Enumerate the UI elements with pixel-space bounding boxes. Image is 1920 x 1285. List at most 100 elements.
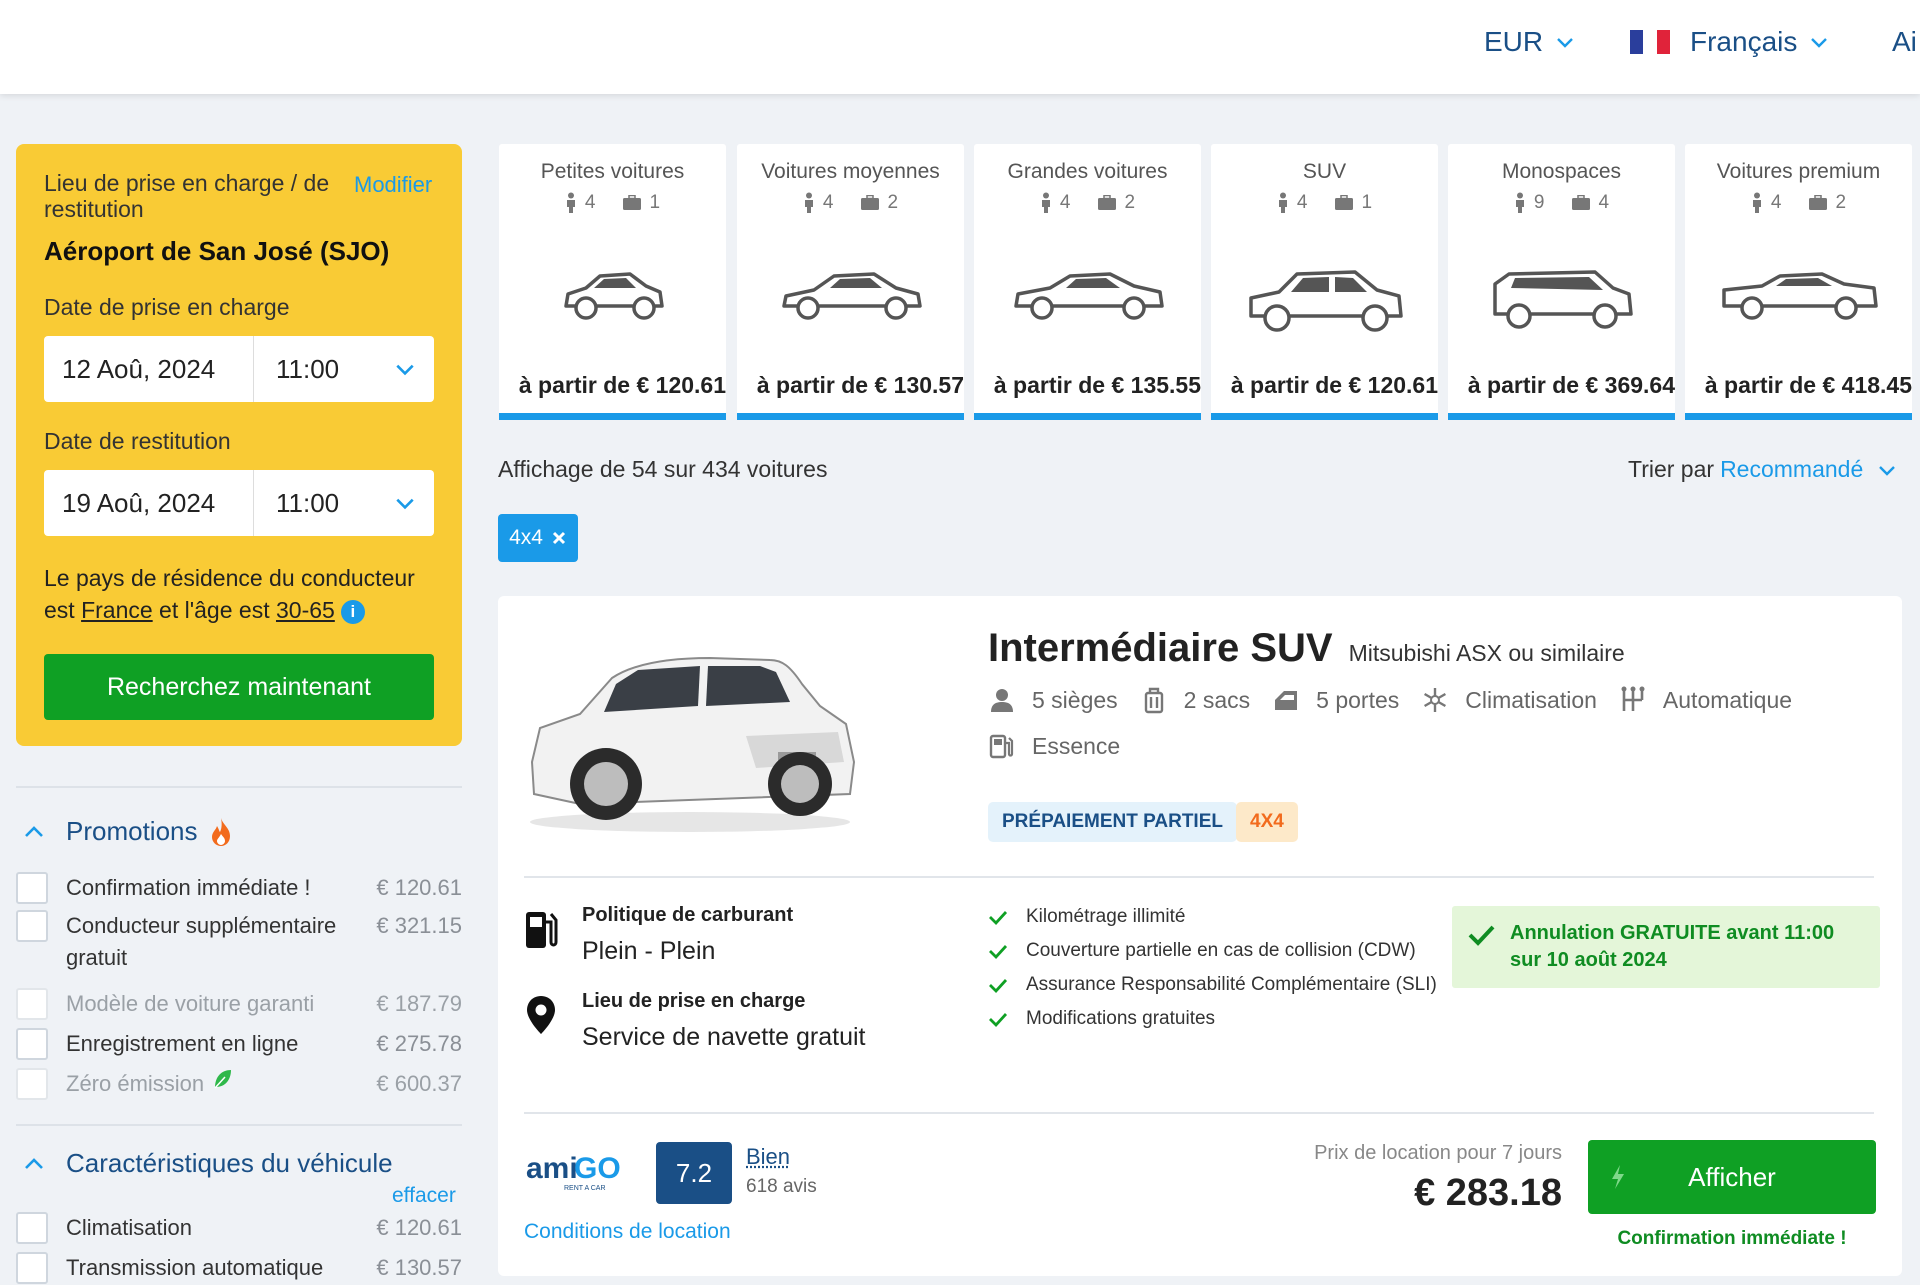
filter-checkbox[interactable]: [16, 1252, 48, 1284]
seat-count: 4: [1770, 192, 1782, 213]
included-feature: Assurance Responsabilité Complémentaire …: [988, 972, 1438, 998]
results-count: Affichage de 54 sur 434 voitures: [498, 456, 828, 482]
person-icon: [1752, 192, 1761, 213]
category-capacity: 42: [974, 192, 1201, 214]
return-time-select[interactable]: 11:00: [254, 488, 394, 519]
vehicle-filter-row[interactable]: Climatisation € 120.61: [16, 1212, 462, 1244]
currency-selector[interactable]: EUR: [1484, 26, 1575, 58]
filter-checkbox[interactable]: [16, 872, 48, 904]
supplier-logo: ami GO RENT A CAR: [526, 1152, 621, 1192]
filter-checkbox[interactable]: [16, 1212, 48, 1244]
driver-age-link[interactable]: 30-65: [276, 597, 335, 623]
sort-selector[interactable]: Trier par Recommandé: [1628, 456, 1897, 483]
person-icon: [566, 192, 575, 213]
category-price: à partir de € 369.64: [1467, 372, 1675, 398]
return-date-label: Date de restitution: [44, 428, 231, 454]
category-capacity: 42: [737, 192, 964, 214]
chevron-down-icon: [1811, 38, 1828, 48]
svg-text:RENT A CAR: RENT A CAR: [564, 1185, 606, 1192]
bag-count: 2: [1124, 192, 1136, 213]
category-price: à partir de € 130.57: [756, 372, 964, 398]
divider: [524, 1112, 1874, 1114]
language-label: Français: [1690, 26, 1798, 57]
clear-filter-link[interactable]: effacer: [392, 1184, 456, 1208]
svg-text:GO: GO: [574, 1152, 621, 1185]
bag-count: 2: [887, 192, 899, 213]
filter-checkbox[interactable]: [16, 1028, 48, 1060]
filter-label: Transmission automatique: [66, 1255, 324, 1280]
category-name: Petites voitures: [540, 160, 685, 183]
promotions-title: Promotions: [66, 816, 198, 846]
promotion-filter-row: Modèle de voiture garanti € 187.79: [16, 988, 462, 1020]
person-icon: [1041, 192, 1050, 213]
chevron-down-icon: [1557, 38, 1573, 48]
info-icon[interactable]: i: [340, 599, 365, 624]
category-card[interactable]: SUV 4 1 à partir de € 120.61: [1211, 144, 1438, 420]
divider: [16, 1124, 462, 1126]
pickup-label: Lieu de prise en charge: [582, 990, 806, 1012]
category-name: Grandes voitures: [1007, 160, 1168, 183]
transmission-label: Automatique: [1662, 686, 1793, 713]
category-card[interactable]: Voitures moyennes 4 2 à partir de € 130.57: [737, 144, 964, 420]
large-car-icon: [974, 266, 1201, 324]
return-datetime-field: 19 Aoû, 2024 11:00: [44, 470, 434, 536]
promotions-filter-header[interactable]: Promotions: [22, 816, 234, 847]
category-name: Monospaces: [1501, 160, 1622, 183]
included-feature: Kilométrage illimité: [988, 904, 1438, 930]
minivan-icon: [1448, 266, 1675, 332]
filter-checkbox[interactable]: [16, 910, 48, 942]
promotion-filter-row[interactable]: Confirmation immédiate ! € 120.61: [16, 872, 462, 904]
active-filter-chip[interactable]: 4x4: [498, 514, 578, 562]
filter-price: € 120.61: [376, 875, 462, 900]
svg-text:ami: ami: [526, 1152, 578, 1185]
map-pin-icon: [527, 996, 555, 1034]
category-capacity: 94: [1448, 192, 1675, 214]
rating-summary[interactable]: Bien 618 avis: [746, 1144, 817, 1198]
bag-count: 2: [1835, 192, 1847, 213]
included-feature-label: Kilométrage illimité: [1026, 906, 1186, 927]
pickup-info: Lieu de prise en charge Service de navet…: [524, 990, 866, 1052]
category-card[interactable]: Voitures premium 4 2 à partir de € 418.45: [1685, 144, 1912, 420]
filter-price: € 321.15: [376, 913, 462, 938]
fuel-pump-icon: [989, 734, 1014, 759]
fuel-label: Essence: [1032, 732, 1121, 759]
promotion-filter-row[interactable]: Enregistrement en ligne € 275.78: [16, 1028, 462, 1060]
filter-label: Zéro émission: [66, 1071, 205, 1096]
offer-title: Intermédiaire SUV Mitsubishi ASX ou simi…: [988, 626, 1625, 671]
person-icon: [804, 192, 813, 213]
pickup-date-input[interactable]: 12 Aoû, 2024: [44, 336, 254, 402]
search-now-button[interactable]: Recherchez maintenant: [44, 654, 434, 720]
cancellation-text: Annulation GRATUITE avant 11:00 sur 10 a…: [1510, 922, 1835, 971]
close-icon[interactable]: [551, 530, 567, 546]
residence-country-link[interactable]: France: [81, 597, 153, 623]
suitcase-icon: [1097, 195, 1116, 210]
filter-label: Confirmation immédiate !: [66, 875, 311, 900]
rental-conditions-link[interactable]: Conditions de location: [524, 1220, 731, 1244]
vehicle-filter-row[interactable]: Transmission automatique € 130.57: [16, 1252, 462, 1284]
car-model: Mitsubishi ASX ou similaire: [1348, 640, 1625, 666]
promotion-filter-row[interactable]: Conducteur supplémentaire gratuit € 321.1…: [16, 910, 462, 974]
pickup-time-select[interactable]: 11:00: [254, 354, 394, 385]
leaf-icon: [214, 1070, 232, 1089]
category-card[interactable]: Grandes voitures 4 2 à partir de € 135.55: [974, 144, 1201, 420]
rating-word[interactable]: Bien: [746, 1144, 817, 1170]
doors-label: 5 portes: [1316, 686, 1400, 713]
top-bar: EUR Français Ai: [0, 0, 1920, 94]
vehicle-features-filter-header[interactable]: Caractéristiques du véhicule: [22, 1148, 393, 1179]
vehicle-features-title: Caractéristiques du véhicule: [66, 1148, 393, 1178]
category-card[interactable]: Monospaces 9 4 à partir de € 369.64: [1448, 144, 1675, 420]
currency-label: EUR: [1484, 26, 1544, 57]
modify-link[interactable]: Modifier: [354, 172, 432, 198]
search-panel: Lieu de prise en charge / de restitution…: [16, 144, 462, 746]
language-selector[interactable]: Français: [1630, 26, 1829, 58]
rating-score: 7.2: [656, 1142, 732, 1204]
active-filter-label: 4x4: [509, 526, 543, 549]
return-date-input[interactable]: 19 Aoû, 2024: [44, 470, 254, 536]
category-card[interactable]: Petites voitures 4 1 à partir de € 120.61: [499, 144, 726, 420]
fuel-feature-row: Essence: [988, 732, 1142, 760]
show-offer-button[interactable]: Afficher: [1588, 1140, 1876, 1214]
help-menu[interactable]: Ai: [1892, 26, 1917, 58]
fuel-feature: Essence: [988, 732, 1120, 760]
bags-feature: 2 sacs: [1140, 686, 1250, 714]
